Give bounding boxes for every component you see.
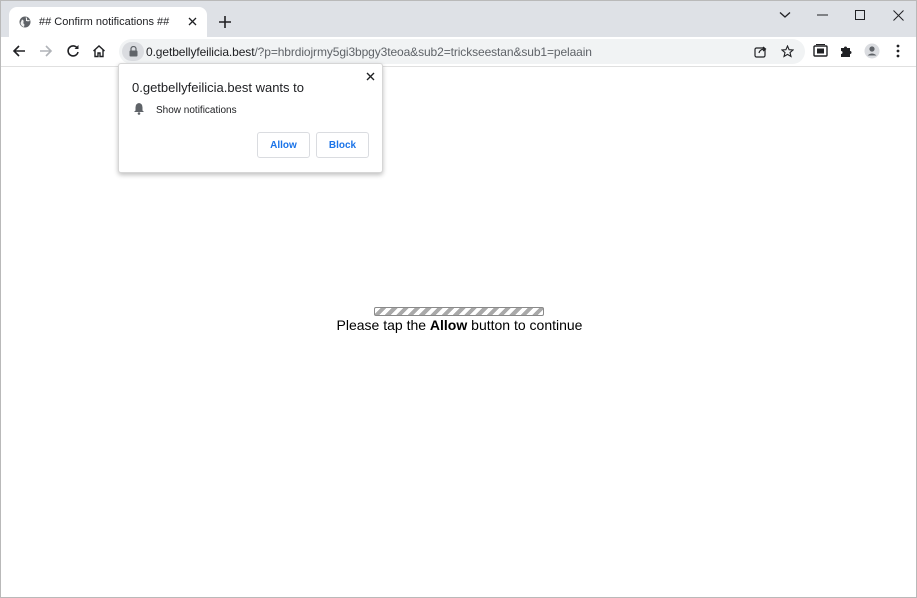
lock-icon[interactable] (122, 42, 144, 61)
message-text-after: button to continue (467, 317, 583, 333)
arrow-right-icon[interactable] (38, 43, 54, 59)
home-icon[interactable] (91, 43, 107, 59)
close-icon[interactable] (185, 14, 199, 28)
url-path: /?p=hbrdiojrmy5gi3bpgy3teoa&sub2=trickse… (254, 45, 592, 59)
reload-icon[interactable] (65, 43, 81, 59)
share-icon[interactable] (753, 44, 767, 58)
account-icon[interactable] (864, 43, 880, 59)
allow-button[interactable]: Allow (257, 132, 310, 158)
close-icon[interactable] (364, 70, 376, 82)
window-close-icon[interactable] (889, 7, 907, 23)
globe-icon (19, 16, 31, 28)
minimize-icon[interactable] (813, 7, 831, 23)
arrow-left-icon[interactable] (11, 43, 27, 59)
toolbar: 0.getbellyfeilicia.best/?p=hbrdiojrmy5gi… (1, 37, 916, 66)
popup-title: 0.getbellyfeilicia.best wants to (132, 80, 304, 95)
media-control-icon[interactable] (812, 43, 828, 59)
plus-icon[interactable] (217, 14, 233, 30)
puzzle-icon[interactable] (838, 43, 854, 59)
tab-active[interactable]: ## Confirm notifications ## (9, 7, 207, 37)
instruction-message: Please tap the Allow button to continue (1, 317, 916, 333)
message-text-bold: Allow (429, 317, 468, 333)
tab-title: ## Confirm notifications ## (39, 16, 170, 28)
maximize-icon[interactable] (851, 7, 869, 23)
tab-strip: ## Confirm notifications ## (1, 1, 916, 37)
progress-bar (374, 307, 544, 316)
notification-permission-popup: 0.getbellyfeilicia.best wants to Show no… (118, 63, 383, 173)
block-button[interactable]: Block (316, 132, 369, 158)
permission-label: Show notifications (156, 105, 237, 116)
star-icon[interactable] (780, 44, 794, 58)
message-text-before: Please tap the (336, 317, 430, 333)
browser-window: ## Confirm notifications ## 0.getbellyfe… (0, 0, 917, 598)
url-text[interactable]: 0.getbellyfeilicia.best/?p=hbrdiojrmy5gi… (146, 45, 592, 59)
bell-icon (134, 103, 144, 115)
url-host: 0.getbellyfeilicia.best (146, 45, 255, 59)
address-bar[interactable]: 0.getbellyfeilicia.best/?p=hbrdiojrmy5gi… (119, 39, 805, 64)
chevron-down-icon[interactable] (776, 7, 794, 23)
kebab-menu-icon[interactable] (890, 43, 906, 59)
